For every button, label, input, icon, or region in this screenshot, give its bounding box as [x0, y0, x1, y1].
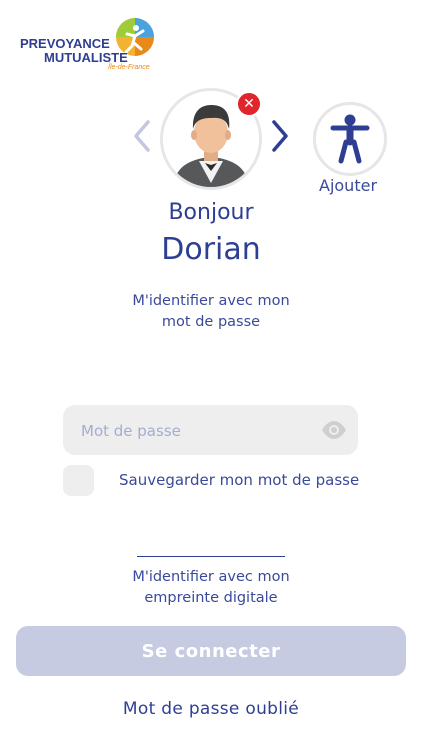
accessibility-icon: [330, 114, 370, 164]
chevron-left-icon[interactable]: [130, 118, 154, 154]
chevron-right-icon[interactable]: [268, 118, 292, 154]
fingerprint-login-link[interactable]: M'identifier avec mon empreinte digitale: [120, 567, 302, 609]
forgot-password-link[interactable]: Mot de passe oublié: [0, 699, 422, 719]
user-name: Dorian: [161, 232, 261, 267]
eye-icon[interactable]: [321, 420, 347, 440]
greeting-text: Bonjour: [168, 200, 254, 225]
password-login-link[interactable]: M'identifier avec mon mot de passe: [130, 291, 292, 333]
brand-logo: PREVOYANCE MUTUALISTE Île-de-France: [20, 16, 155, 74]
brand-name-line2: MUTUALISTE: [44, 50, 128, 65]
save-password-checkbox[interactable]: [63, 465, 94, 496]
password-input[interactable]: [79, 405, 313, 457]
add-account-button[interactable]: Ajouter: [313, 102, 387, 195]
close-icon: ✕: [243, 96, 255, 112]
brand-name-line1: PREVOYANCE: [20, 36, 110, 51]
brand-subtitle: Île-de-France: [108, 64, 150, 71]
password-field[interactable]: [63, 405, 358, 457]
profile-avatar: ✕: [160, 88, 262, 190]
remove-profile-button[interactable]: ✕: [236, 91, 262, 117]
save-password-label[interactable]: Sauvegarder mon mot de passe: [119, 471, 359, 489]
add-account-label[interactable]: Ajouter: [319, 176, 377, 195]
connect-button[interactable]: Se connecter: [16, 626, 406, 676]
add-account-circle[interactable]: [313, 102, 387, 176]
divider: [137, 556, 285, 557]
